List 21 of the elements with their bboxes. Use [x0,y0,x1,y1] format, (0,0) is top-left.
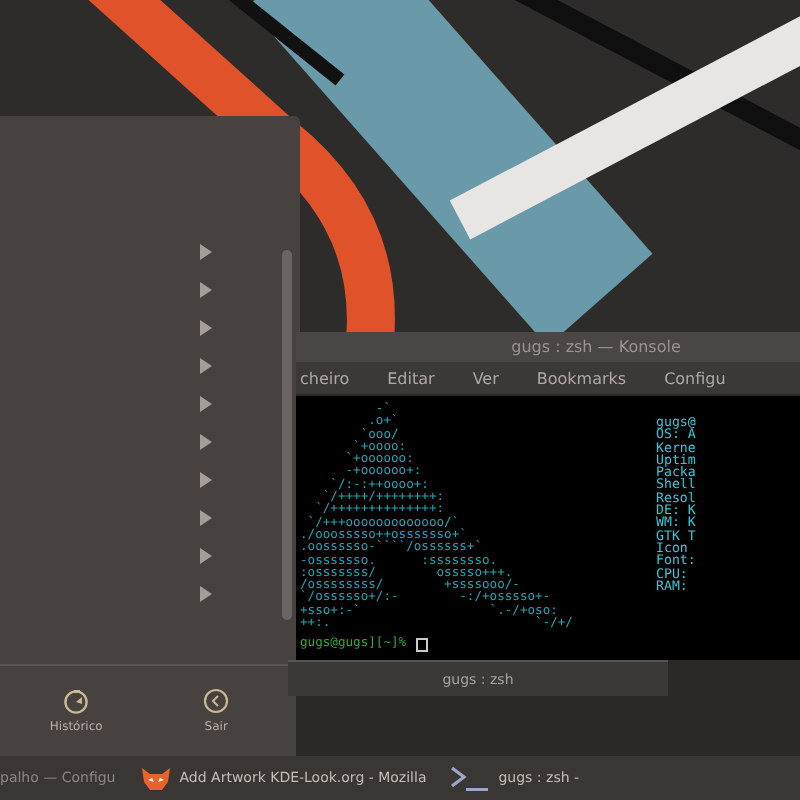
submenu-arrow-icon[interactable] [200,320,212,336]
menu-item[interactable]: Configu [664,369,726,387]
scrollbar[interactable] [282,250,292,620]
text-cursor [416,638,429,652]
submenu-arrow-icon[interactable] [200,358,212,374]
menu-item[interactable]: Ver [472,369,499,387]
submenu-arrow-icon[interactable] [200,282,212,298]
submenu-arrow-icon[interactable] [200,548,212,564]
terminal-icon [450,765,491,791]
clock-icon [62,688,91,714]
menu-item[interactable]: Editar [387,369,435,387]
submenu-arrow-icon[interactable] [200,472,212,488]
menu-item[interactable]: Bookmarks [536,369,627,387]
submenu-arrow-icon[interactable] [200,244,212,260]
submenu-arrow-icon[interactable] [200,510,212,526]
fox-icon [139,765,172,791]
submenu-arrow-icon[interactable] [200,396,212,412]
menu-item[interactable]: cheiro [300,369,350,387]
window-title: gugs : zsh — Konsole [296,332,800,362]
submenu-arrow-icon[interactable] [200,586,212,602]
submenu-arrow-icon[interactable] [200,434,212,450]
